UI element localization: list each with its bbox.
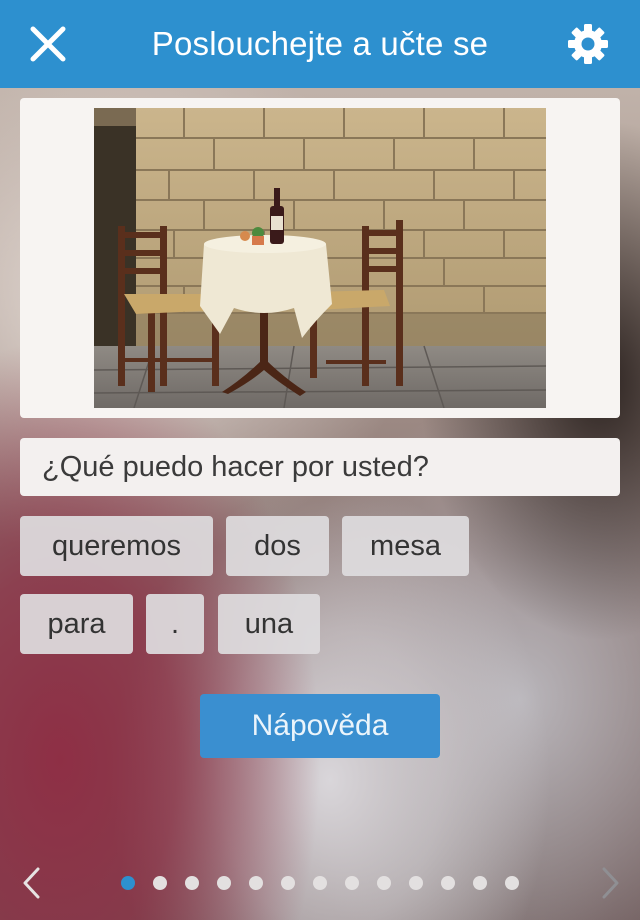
cafe-table-photo [94,108,546,408]
settings-button[interactable] [566,22,610,66]
hint-button[interactable]: Nápověda [200,694,440,758]
page-dot[interactable] [121,876,135,890]
page-dot[interactable] [153,876,167,890]
word-chip[interactable]: queremos [20,516,213,576]
page-title: Poslouchejte a učte se [151,25,489,62]
word-chip[interactable]: para [20,594,133,654]
word-chip[interactable]: mesa [342,516,469,576]
pagination-dots [0,876,640,890]
page-dot[interactable] [441,876,455,890]
page-dot[interactable] [473,876,487,890]
header-bar: Poslouchejte a učte se [0,0,640,88]
page-dot[interactable] [217,876,231,890]
page-dot[interactable] [249,876,263,890]
lesson-image-card [20,98,620,418]
page-dot[interactable] [377,876,391,890]
page-dot[interactable] [313,876,327,890]
word-chip[interactable]: . [146,594,204,654]
sentence-prompt: ¿Qué puedo hacer por usted? [20,438,620,496]
page-dot[interactable] [281,876,295,890]
gear-icon [568,24,608,64]
word-chip[interactable]: dos [226,516,329,576]
page-dot[interactable] [345,876,359,890]
page-dot[interactable] [409,876,423,890]
page-dot[interactable] [185,876,199,890]
page-dot[interactable] [505,876,519,890]
word-chip[interactable]: una [218,594,320,654]
